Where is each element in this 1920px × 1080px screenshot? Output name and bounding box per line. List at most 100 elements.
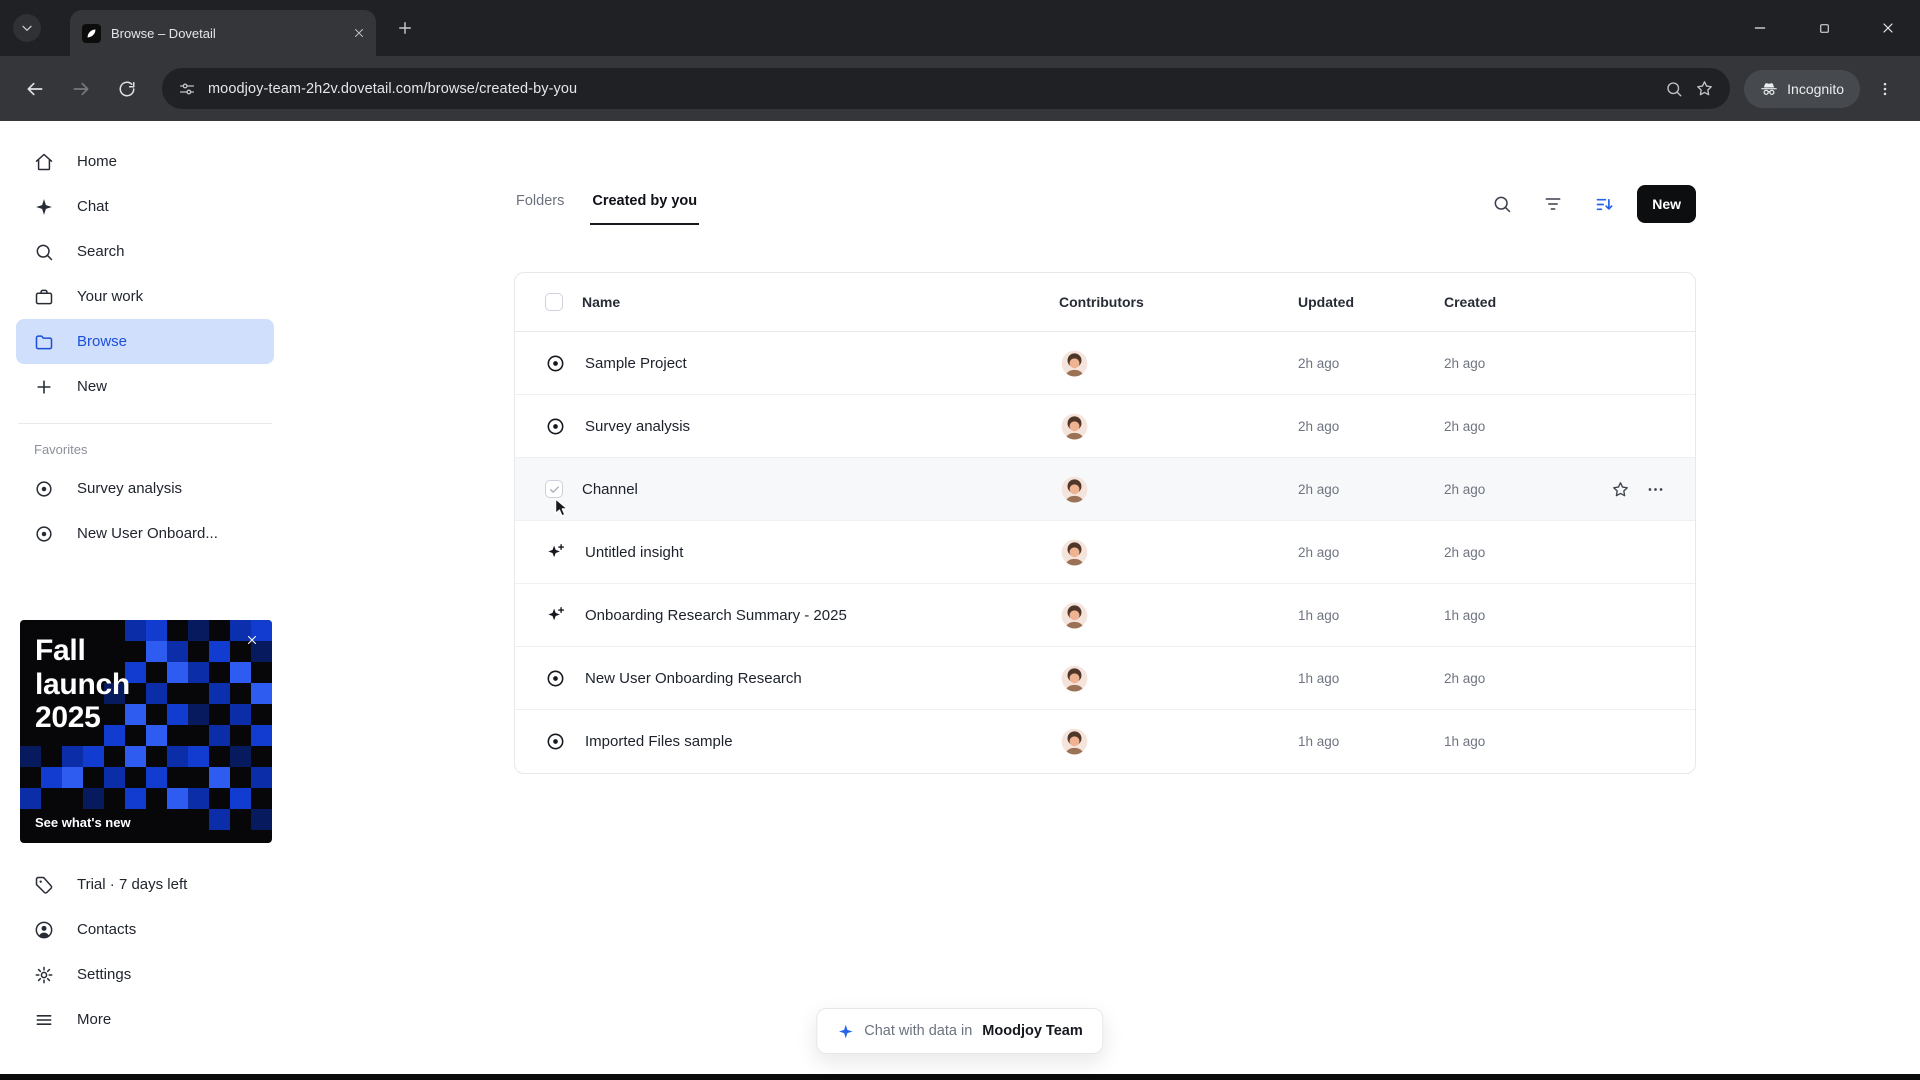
favorite-item-new-user-onboarding[interactable]: New User Onboard... — [16, 511, 274, 556]
search-icon — [34, 242, 54, 262]
forward-button[interactable] — [60, 68, 102, 110]
table-row[interactable]: Imported Files sample 1h ago 1h ago — [515, 710, 1695, 773]
row-name[interactable]: Untitled insight — [585, 544, 683, 561]
sidebar-item-trial[interactable]: Trial · 7 days left — [16, 862, 274, 907]
sidebar-item-label: Browse — [77, 333, 128, 350]
sidebar-item-browse[interactable]: Browse — [16, 319, 274, 364]
reload-button[interactable] — [106, 68, 148, 110]
insight-icon — [545, 542, 566, 563]
sidebar-item-new[interactable]: New — [16, 364, 274, 409]
tag-icon — [34, 875, 54, 895]
search-button[interactable] — [1484, 186, 1520, 222]
table-row[interactable]: Onboarding Research Summary - 2025 1h ag… — [515, 584, 1695, 647]
favorite-item-label: Survey analysis — [77, 480, 183, 497]
site-info-icon[interactable] — [178, 80, 196, 98]
row-name[interactable]: New User Onboarding Research — [585, 670, 802, 687]
row-checkbox[interactable] — [545, 480, 563, 498]
forward-icon — [71, 79, 91, 99]
back-button[interactable] — [14, 68, 56, 110]
row-name[interactable]: Survey analysis — [585, 418, 690, 435]
select-all-checkbox[interactable] — [545, 293, 563, 311]
sort-icon — [1594, 194, 1615, 215]
plus-icon — [396, 19, 414, 37]
view-tabs: Folders Created by you — [514, 193, 700, 225]
row-name[interactable]: Onboarding Research Summary - 2025 — [585, 607, 847, 624]
url-bar[interactable]: moodjoy-team-2h2v.dovetail.com/browse/cr… — [162, 68, 1731, 109]
sidebar-item-settings[interactable]: Settings — [16, 952, 274, 997]
chat-pill-team-name: Moodjoy Team — [982, 1023, 1083, 1039]
table-row[interactable]: New User Onboarding Research 1h ago 2h a… — [515, 647, 1695, 710]
avatar — [1061, 476, 1088, 503]
avatar — [1061, 413, 1088, 440]
zoom-search-icon[interactable] — [1665, 80, 1683, 98]
sidebar-item-label: New — [77, 378, 108, 395]
updated-time: 2h ago — [1298, 418, 1340, 434]
bottom-edge-strip — [0, 1074, 1920, 1080]
maximize-icon — [1817, 21, 1832, 36]
row-name[interactable]: Channel — [582, 481, 638, 498]
briefcase-icon — [34, 287, 54, 307]
avatar — [1061, 728, 1088, 755]
column-header-created: Created — [1444, 294, 1497, 310]
promo-title: Fall launch 2025 — [35, 634, 130, 735]
sidebar-item-more[interactable]: More — [16, 997, 274, 1042]
new-button[interactable]: New — [1637, 185, 1696, 223]
favorites-heading: Favorites — [34, 442, 88, 457]
table-row[interactable]: Untitled insight 2h ago 2h ago — [515, 521, 1695, 584]
url-text[interactable]: moodjoy-team-2h2v.dovetail.com/browse/cr… — [208, 81, 1653, 97]
sparkle-icon — [34, 197, 54, 217]
sidebar-item-search[interactable]: Search — [16, 229, 274, 274]
filter-button[interactable] — [1535, 186, 1571, 222]
sparkle-icon — [837, 1023, 854, 1040]
window-controls — [1728, 0, 1920, 56]
promo-card[interactable]: Fall launch 2025 See what's new — [20, 620, 272, 843]
column-header-updated: Updated — [1298, 294, 1354, 310]
table-row[interactable]: Survey analysis 2h ago 2h ago — [515, 395, 1695, 458]
sidebar-item-chat[interactable]: Chat — [16, 184, 274, 229]
sidebar-item-contacts[interactable]: Contacts — [16, 907, 274, 952]
row-name[interactable]: Sample Project — [585, 355, 687, 372]
promo-link[interactable]: See what's new — [35, 815, 131, 830]
browser-menu-button[interactable] — [1864, 68, 1906, 110]
close-icon — [1880, 20, 1896, 36]
maximize-button[interactable] — [1792, 0, 1856, 56]
favorite-item-survey-analysis[interactable]: Survey analysis — [16, 466, 274, 511]
project-icon — [545, 353, 566, 374]
sidebar-item-label: Chat — [77, 198, 109, 215]
close-icon[interactable] — [241, 629, 263, 651]
created-time: 2h ago — [1444, 418, 1486, 434]
close-window-button[interactable] — [1856, 0, 1920, 56]
avatar — [1061, 602, 1088, 629]
updated-time: 1h ago — [1298, 734, 1340, 749]
person-icon — [34, 920, 54, 940]
table-row-hovered[interactable]: Channel 2h ago 2h ago — [515, 458, 1695, 521]
browser-tab[interactable]: Browse – Dovetail — [70, 10, 376, 56]
folder-icon — [34, 332, 54, 352]
chat-with-data-pill[interactable]: Chat with data in Moodjoy Team — [816, 1008, 1104, 1054]
updated-time: 1h ago — [1298, 670, 1340, 686]
row-menu-icon[interactable] — [1646, 480, 1665, 499]
created-time: 1h ago — [1444, 607, 1486, 623]
sidebar-item-your-work[interactable]: Your work — [16, 274, 274, 319]
new-tab-button[interactable] — [396, 19, 414, 37]
sidebar-item-label: Contacts — [77, 921, 137, 938]
avatar — [1061, 665, 1088, 692]
tab-created-by-you[interactable]: Created by you — [590, 193, 700, 225]
plus-icon — [34, 377, 54, 397]
tab-folders[interactable]: Folders — [514, 193, 566, 225]
check-icon — [548, 483, 561, 496]
sidebar-item-home[interactable]: Home — [16, 139, 274, 184]
row-name[interactable]: Imported Files sample — [585, 733, 733, 750]
sort-button[interactable] — [1586, 186, 1622, 222]
table-row[interactable]: Sample Project 2h ago 2h ago — [515, 332, 1695, 395]
bookmark-star-icon[interactable] — [1695, 79, 1714, 98]
favorite-star-icon[interactable] — [1611, 480, 1630, 499]
project-icon — [34, 479, 54, 499]
tab-search-button[interactable] — [13, 14, 41, 42]
updated-time: 2h ago — [1298, 355, 1340, 371]
minimize-button[interactable] — [1728, 0, 1792, 56]
tab-title: Browse – Dovetail — [111, 25, 216, 41]
chat-pill-text: Chat with data in — [864, 1023, 973, 1039]
sidebar-divider — [18, 423, 272, 424]
tab-close-icon[interactable] — [352, 26, 366, 40]
